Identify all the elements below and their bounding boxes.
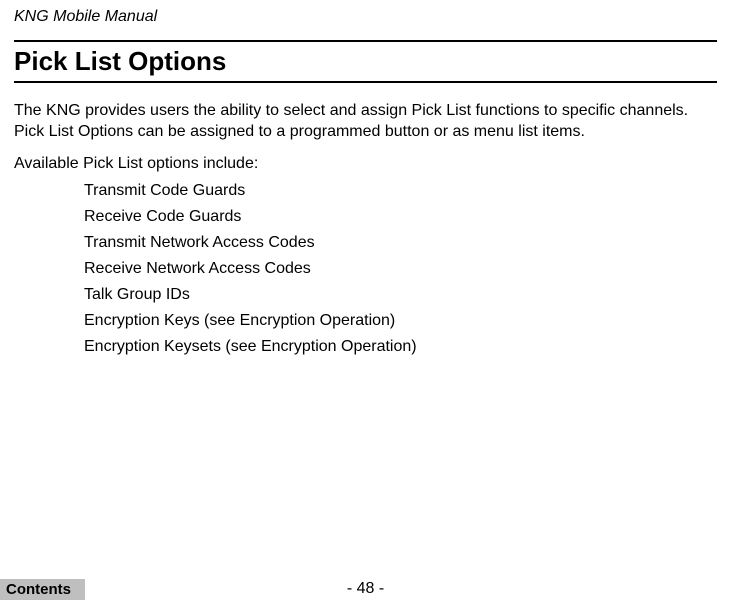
- document-header: KNG Mobile Manual: [14, 8, 717, 26]
- list-item: Talk Group IDs: [84, 283, 717, 307]
- list-item: Receive Code Guards: [84, 205, 717, 229]
- divider-top: [14, 40, 717, 42]
- contents-button[interactable]: Contents: [0, 579, 85, 600]
- list-item: Transmit Network Access Codes: [84, 231, 717, 255]
- list-item: Transmit Code Guards: [84, 179, 717, 203]
- intro-paragraph: The KNG provides users the ability to se…: [14, 101, 717, 143]
- list-item: Receive Network Access Codes: [84, 257, 717, 281]
- section-heading: Pick List Options: [14, 46, 717, 77]
- footer: - 48 - Contents: [0, 580, 731, 600]
- list-item: Encryption Keysets (see Encryption Opera…: [84, 335, 717, 359]
- divider-bottom: [14, 81, 717, 83]
- list-intro: Available Pick List options include:: [14, 155, 717, 173]
- list-item: Encryption Keys (see Encryption Operatio…: [84, 309, 717, 333]
- page-number: - 48 -: [347, 580, 384, 598]
- option-list: Transmit Code Guards Receive Code Guards…: [14, 179, 717, 359]
